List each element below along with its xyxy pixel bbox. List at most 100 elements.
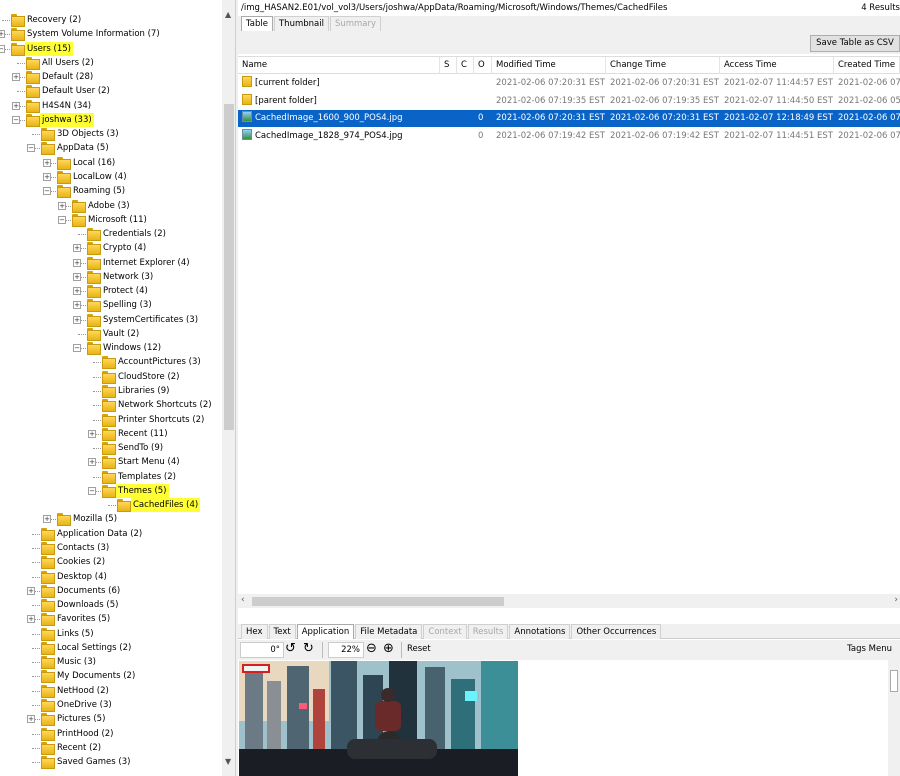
tree-node[interactable]: Recent (2): [0, 741, 222, 755]
tree-node[interactable]: Desktop (4): [0, 570, 222, 584]
tab-application[interactable]: Application: [296, 624, 355, 639]
tree-node[interactable]: Vault (2): [0, 327, 222, 341]
tree-node[interactable]: AccountPictures (3): [0, 355, 222, 369]
column-header-change-time[interactable]: Change Time: [606, 57, 720, 74]
expand-plus-icon[interactable]: +: [27, 587, 35, 595]
tree-node[interactable]: My Documents (2): [0, 669, 222, 683]
tree-node[interactable]: − Themes (5): [0, 484, 222, 498]
tree-scrollbar-thumb[interactable]: [224, 104, 234, 430]
tree-node[interactable]: + Mozilla (5): [0, 512, 222, 526]
tree-node[interactable]: + Pictures (5): [0, 712, 222, 726]
tree-node[interactable]: CachedFiles (4): [0, 498, 222, 512]
tree-node[interactable]: 3D Objects (3): [0, 127, 222, 141]
tab-thumbnail[interactable]: Thumbnail: [273, 16, 329, 31]
tree-node[interactable]: + Adobe (3): [0, 199, 222, 213]
tree-node[interactable]: + LocalLow (4): [0, 170, 222, 184]
rotate-right-icon[interactable]: ↻: [303, 642, 314, 656]
expand-plus-icon[interactable]: +: [73, 301, 81, 309]
tree-node[interactable]: − Users (15): [0, 42, 222, 56]
tree-node[interactable]: + H4S4N (34): [0, 99, 222, 113]
expand-plus-icon[interactable]: +: [88, 430, 96, 438]
tree-node[interactable]: + Favorites (5): [0, 612, 222, 626]
tree-node[interactable]: Local Settings (2): [0, 641, 222, 655]
tree-node[interactable]: Links (5): [0, 627, 222, 641]
expand-plus-icon[interactable]: +: [43, 173, 51, 181]
reset-button[interactable]: Reset: [407, 644, 431, 654]
tab-hex[interactable]: Hex: [241, 624, 268, 639]
tree-node[interactable]: Music (3): [0, 655, 222, 669]
collapse-minus-icon[interactable]: −: [12, 116, 20, 124]
expand-plus-icon[interactable]: +: [27, 715, 35, 723]
scroll-right-arrow-icon[interactable]: ›: [894, 595, 898, 605]
tree-node[interactable]: Application Data (2): [0, 527, 222, 541]
expand-plus-icon[interactable]: +: [73, 244, 81, 252]
tree-node[interactable]: All Users (2): [0, 56, 222, 70]
save-table-csv-button[interactable]: Save Table as CSV: [810, 35, 900, 52]
tree-node[interactable]: − joshwa (33): [0, 113, 222, 127]
tree-node[interactable]: + Protect (4): [0, 284, 222, 298]
collapse-minus-icon[interactable]: −: [88, 487, 96, 495]
expand-plus-icon[interactable]: +: [73, 316, 81, 324]
expand-plus-icon[interactable]: +: [12, 73, 20, 81]
tree-node[interactable]: Printer Shortcuts (2): [0, 413, 222, 427]
tab-other-occurrences[interactable]: Other Occurrences: [571, 624, 662, 639]
rotate-left-icon[interactable]: ↺: [285, 642, 296, 656]
collapse-minus-icon[interactable]: −: [73, 344, 81, 352]
table-row[interactable]: CachedImage_1828_974_POS4.jpg 0 2021-02-06…: [238, 128, 900, 145]
tree-node[interactable]: Network Shortcuts (2): [0, 398, 222, 412]
table-horizontal-scrollbar[interactable]: ‹ ›: [238, 594, 900, 608]
tree-node[interactable]: Cookies (2): [0, 555, 222, 569]
collapse-minus-icon[interactable]: −: [0, 45, 5, 53]
table-row[interactable]: CachedImage_1600_900_POS4.jpg 0 2021-02-06…: [238, 110, 900, 127]
scroll-left-arrow-icon[interactable]: ‹: [241, 595, 245, 605]
tree-node[interactable]: − AppData (5): [0, 141, 222, 155]
expand-plus-icon[interactable]: +: [12, 102, 20, 110]
tree-node[interactable]: Credentials (2): [0, 227, 222, 241]
tree-node[interactable]: + Internet Explorer (4): [0, 256, 222, 270]
viewer-scrollbar-thumb[interactable]: [890, 670, 898, 692]
collapse-minus-icon[interactable]: −: [27, 144, 35, 152]
tree-vertical-scrollbar[interactable]: ▲ ▼: [222, 0, 235, 776]
tree-node[interactable]: + System Volume Information (7): [0, 27, 222, 41]
tree-node[interactable]: OneDrive (3): [0, 698, 222, 712]
tree-node[interactable]: Templates (2): [0, 470, 222, 484]
tree-node[interactable]: SendTo (9): [0, 441, 222, 455]
tree-node[interactable]: Recovery (2): [0, 13, 222, 27]
tree-node[interactable]: + Local (16): [0, 156, 222, 170]
tree-node[interactable]: − Roaming (5): [0, 184, 222, 198]
tree-node[interactable]: + Start Menu (4): [0, 455, 222, 469]
tree-node[interactable]: PrintHood (2): [0, 727, 222, 741]
tree-node[interactable]: CloudStore (2): [0, 370, 222, 384]
tree-node[interactable]: − Windows (12): [0, 341, 222, 355]
zoom-in-icon[interactable]: ⊕: [383, 642, 394, 656]
tree-node[interactable]: Saved Games (3): [0, 755, 222, 769]
column-header-name[interactable]: Name: [238, 57, 440, 74]
tree-node[interactable]: + Crypto (4): [0, 241, 222, 255]
tab-table[interactable]: Table: [241, 16, 273, 31]
expand-plus-icon[interactable]: +: [27, 615, 35, 623]
expand-plus-icon[interactable]: +: [0, 30, 5, 38]
table-row[interactable]: [parent folder] 2021-02-06 07:19:35 EST 20…: [238, 93, 900, 110]
expand-plus-icon[interactable]: +: [58, 202, 66, 210]
expand-plus-icon[interactable]: +: [73, 273, 81, 281]
tree-node[interactable]: − Microsoft (11): [0, 213, 222, 227]
column-header-score[interactable]: S: [440, 57, 457, 74]
table-row[interactable]: [current folder] 2021-02-06 07:20:31 EST 2…: [238, 75, 900, 92]
table-scrollbar-thumb[interactable]: [252, 597, 504, 606]
column-header-modified-time[interactable]: Modified Time: [492, 57, 606, 74]
expand-plus-icon[interactable]: +: [73, 287, 81, 295]
collapse-minus-icon[interactable]: −: [43, 187, 51, 195]
tab-annotations[interactable]: Annotations: [509, 624, 571, 639]
tree-node[interactable]: + Spelling (3): [0, 298, 222, 312]
tags-menu-button[interactable]: Tags Menu: [847, 644, 892, 654]
scroll-up-arrow-icon[interactable]: ▲: [225, 10, 231, 19]
tree-node[interactable]: + Network (3): [0, 270, 222, 284]
tree-node[interactable]: Contacts (3): [0, 541, 222, 555]
zoom-out-icon[interactable]: ⊖: [366, 642, 377, 656]
column-header-comment[interactable]: C: [457, 57, 474, 74]
tab-file-metadata[interactable]: File Metadata: [355, 624, 423, 639]
tree-node[interactable]: Downloads (5): [0, 598, 222, 612]
tree-node[interactable]: + SystemCertificates (3): [0, 313, 222, 327]
directory-tree[interactable]: Recovery (2) + System Volume Information (…: [0, 0, 236, 776]
collapse-minus-icon[interactable]: −: [58, 216, 66, 224]
